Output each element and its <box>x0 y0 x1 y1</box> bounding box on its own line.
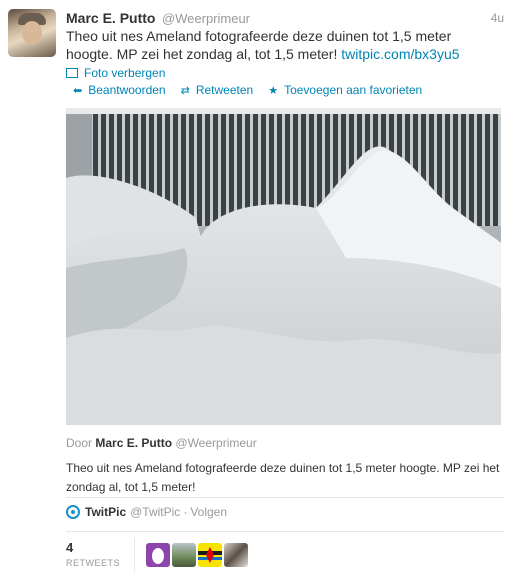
reply-label: Beantwoorden <box>88 83 166 97</box>
retweeter-avatar[interactable] <box>224 543 248 567</box>
retweeter-avatar[interactable] <box>198 543 222 567</box>
retweet-stats[interactable]: 4 RETWEETS <box>66 540 120 568</box>
snow-dune-photo <box>66 108 501 425</box>
retweeter-avatars <box>146 543 248 567</box>
tweet-actions: ⬅ Beantwoorden ⇄ Retweeten ★ Toevoegen a… <box>73 83 422 97</box>
retweet-button[interactable]: ⇄ Retweeten <box>181 83 254 97</box>
tweet-link[interactable]: twitpic.com/bx3yu5 <box>341 46 459 62</box>
tweet-timestamp[interactable]: 4u <box>491 11 504 25</box>
favorite-button[interactable]: ★ Toevoegen aan favorieten <box>268 83 422 97</box>
hide-photo-label: Foto verbergen <box>84 66 166 80</box>
retweeter-avatar[interactable] <box>146 543 170 567</box>
tweet-photo[interactable] <box>66 108 501 425</box>
photo-byline: Door Marc E. Putto @Weerprimeur <box>66 436 257 450</box>
separator: · <box>183 505 188 519</box>
retweet-label: Retweeten <box>195 83 254 97</box>
author-fullname[interactable]: Marc E. Putto <box>66 10 155 26</box>
author-username[interactable]: @Weerprimeur <box>162 11 250 26</box>
favorite-label: Toevoegen aan favorieten <box>284 83 423 97</box>
divider <box>66 497 504 498</box>
tweet-header: Marc E. Putto @Weerprimeur 4u <box>66 10 504 28</box>
reply-button[interactable]: ⬅ Beantwoorden <box>73 83 166 97</box>
flag-avatar-icon <box>198 547 222 563</box>
photo-icon <box>66 68 78 78</box>
retweet-icon: ⇄ <box>180 84 190 97</box>
provider-name[interactable]: TwitPic <box>85 505 126 519</box>
hide-photo-button[interactable]: Foto verbergen <box>66 66 165 80</box>
egg-avatar-icon <box>152 548 164 564</box>
byline-prefix: Door <box>66 436 93 450</box>
byline-author-name[interactable]: Marc E. Putto <box>95 436 172 450</box>
author-avatar[interactable] <box>8 9 56 57</box>
retweeter-avatar[interactable] <box>172 543 196 567</box>
retweet-count-label: RETWEETS <box>66 558 121 568</box>
photo-caption: Theo uit nes Ameland fotografeerde deze … <box>66 461 500 494</box>
star-icon: ★ <box>268 84 279 97</box>
stats-separator <box>134 538 135 572</box>
follow-button[interactable]: Volgen <box>190 505 227 519</box>
byline-author-handle[interactable]: @Weerprimeur <box>175 436 256 450</box>
divider <box>66 531 504 532</box>
tweet-text: Theo uit nes Ameland fotografeerde deze … <box>66 27 496 63</box>
twitpic-logo-icon <box>66 505 80 519</box>
retweet-count: 4 <box>66 540 74 555</box>
reply-arrow-icon: ⬅ <box>73 84 83 97</box>
provider-handle[interactable]: @TwitPic <box>130 505 180 519</box>
provider-attribution: TwitPic @TwitPic · Volgen <box>66 505 227 519</box>
